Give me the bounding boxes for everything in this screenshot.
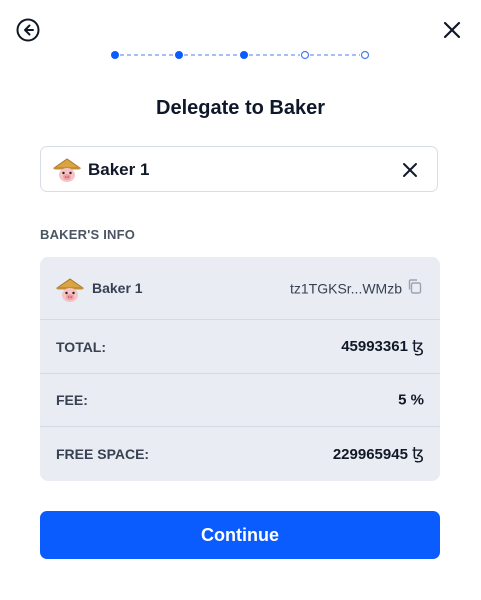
free-space-row: FREE SPACE: 229965945 ꜩ [40, 427, 440, 481]
stepper-dot-completed [111, 51, 119, 59]
baker-avatar-icon [52, 157, 82, 188]
free-space-value: 229965945 ꜩ [333, 444, 424, 464]
copy-icon[interactable] [406, 278, 424, 299]
stepper-dot-completed [175, 51, 183, 59]
total-value: 45993361 ꜩ [341, 337, 424, 357]
close-button[interactable] [438, 16, 466, 44]
clear-baker-button[interactable] [399, 159, 421, 181]
close-icon [403, 163, 417, 177]
bakers-info-heading: BAKER'S INFO [40, 227, 136, 242]
baker-avatar-icon [55, 277, 85, 308]
tez-symbol: ꜩ [411, 336, 424, 356]
close-icon [443, 21, 461, 39]
total-row: TOTAL: 45993361 ꜩ [40, 320, 440, 374]
fee-label: FEE: [56, 392, 88, 408]
total-label: TOTAL: [56, 338, 107, 355]
delegate-modal: Delegate to Baker Baker 1 BAKER'S INFO B… [0, 0, 481, 600]
tez-symbol: ꜩ [411, 444, 424, 463]
arrow-left-circle-icon [16, 18, 40, 42]
fee-row: FEE: 5 % [40, 374, 440, 427]
baker-select[interactable]: Baker 1 [40, 146, 438, 192]
baker-name: Baker 1 [92, 280, 143, 296]
stepper-dot-completed [240, 51, 248, 59]
baker-address-text: tz1TGKSr...WMzb [289, 280, 402, 296]
selected-baker-name: Baker 1 [88, 160, 150, 179]
fee-value: 5 % [398, 391, 424, 409]
free-space-amount: 229965945 [332, 445, 408, 463]
total-amount: 45993361 [341, 338, 408, 355]
stepper-dot-pending [300, 50, 310, 60]
continue-button[interactable]: Continue [40, 511, 440, 559]
free-space-label: FREE SPACE: [56, 446, 150, 462]
progress-stepper [110, 49, 372, 61]
back-button[interactable] [14, 16, 42, 44]
bakers-info-card: Baker 1 tz1TGKSr...WMzb TOTAL: 45993361 … [40, 257, 440, 481]
baker-info-row: Baker 1 tz1TGKSr...WMzb [40, 257, 440, 320]
baker-address: tz1TGKSr...WMzb [290, 278, 424, 299]
stepper-dot-pending [360, 50, 370, 60]
page-title: Delegate to Baker [156, 97, 325, 119]
